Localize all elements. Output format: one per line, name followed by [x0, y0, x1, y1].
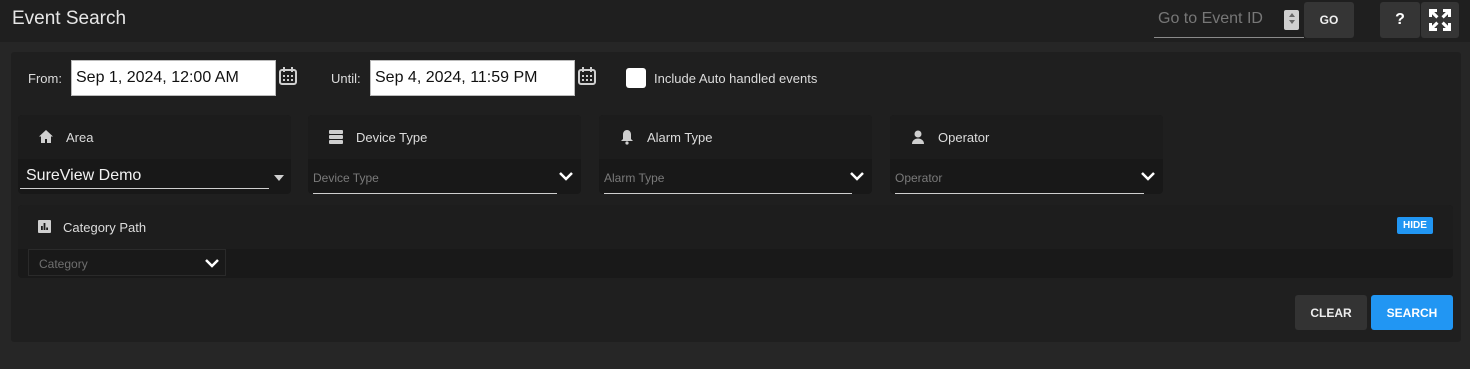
alarm-type-underline — [604, 193, 852, 194]
operator-card-header: Operator — [890, 115, 1163, 159]
bell-icon — [621, 130, 633, 145]
chart-box-icon — [38, 220, 51, 233]
category-card-header: Category Path HIDE — [18, 205, 1453, 249]
user-icon — [912, 130, 924, 144]
category-title: Category Path — [63, 220, 147, 235]
device-type-select[interactable]: Device Type — [313, 171, 379, 185]
goto-event-input[interactable] — [1158, 8, 1282, 30]
device-type-title: Device Type — [356, 130, 428, 145]
go-button[interactable]: GO — [1304, 2, 1354, 38]
header-bar: Event Search GO ? — [0, 0, 1470, 42]
event-id-spinner[interactable] — [1284, 10, 1299, 30]
alarm-type-select[interactable]: Alarm Type — [604, 171, 664, 185]
calendar-icon[interactable] — [577, 66, 597, 86]
from-date-input[interactable]: Sep 1, 2024, 12:00 AM — [71, 60, 276, 96]
fullscreen-button[interactable] — [1421, 2, 1459, 38]
device-type-filter-card: Device Type Device Type — [308, 115, 581, 194]
alarm-type-card-header: Alarm Type — [599, 115, 872, 159]
auto-handled-checkbox[interactable] — [626, 68, 646, 88]
server-icon — [329, 130, 343, 144]
calendar-icon[interactable] — [278, 66, 298, 86]
area-title: Area — [66, 130, 94, 145]
chevron-down-icon[interactable] — [849, 170, 865, 182]
area-select-underline — [20, 188, 269, 189]
goto-event-field[interactable] — [1154, 2, 1304, 38]
area-filter-card: Area SureView Demo — [18, 115, 291, 194]
alarm-type-filter-card: Alarm Type Alarm Type — [599, 115, 872, 194]
device-type-underline — [313, 193, 557, 194]
chevron-down-icon[interactable] — [204, 257, 220, 269]
operator-underline — [895, 193, 1144, 194]
page-title: Event Search — [12, 8, 127, 29]
home-icon — [39, 130, 53, 143]
device-type-card-header: Device Type — [308, 115, 581, 159]
alarm-type-title: Alarm Type — [647, 130, 713, 145]
area-select-value[interactable]: SureView Demo — [26, 167, 141, 185]
category-placeholder: Category — [39, 257, 88, 271]
fullscreen-icon — [1429, 9, 1451, 31]
until-label: Until: — [331, 71, 361, 86]
caret-down-icon[interactable] — [274, 175, 284, 181]
help-button[interactable]: ? — [1380, 2, 1420, 38]
operator-filter-card: Operator Operator — [890, 115, 1163, 194]
clear-button[interactable]: CLEAR — [1295, 295, 1367, 330]
auto-handled-label: Include Auto handled events — [654, 71, 818, 86]
from-label: From: — [28, 71, 62, 86]
spinner-down-icon[interactable] — [1288, 20, 1295, 24]
operator-title: Operator — [938, 130, 990, 145]
search-button[interactable]: SEARCH — [1371, 295, 1453, 330]
category-select[interactable]: Category — [28, 249, 226, 276]
category-path-card: Category Path HIDE Category — [18, 205, 1453, 278]
until-date-input[interactable]: Sep 4, 2024, 11:59 PM — [370, 60, 575, 96]
operator-select[interactable]: Operator — [895, 171, 942, 185]
area-card-header: Area — [18, 115, 291, 159]
chevron-down-icon[interactable] — [558, 170, 574, 182]
spinner-up-icon[interactable] — [1288, 13, 1295, 17]
hide-button[interactable]: HIDE — [1397, 217, 1433, 234]
chevron-down-icon[interactable] — [1140, 170, 1156, 182]
